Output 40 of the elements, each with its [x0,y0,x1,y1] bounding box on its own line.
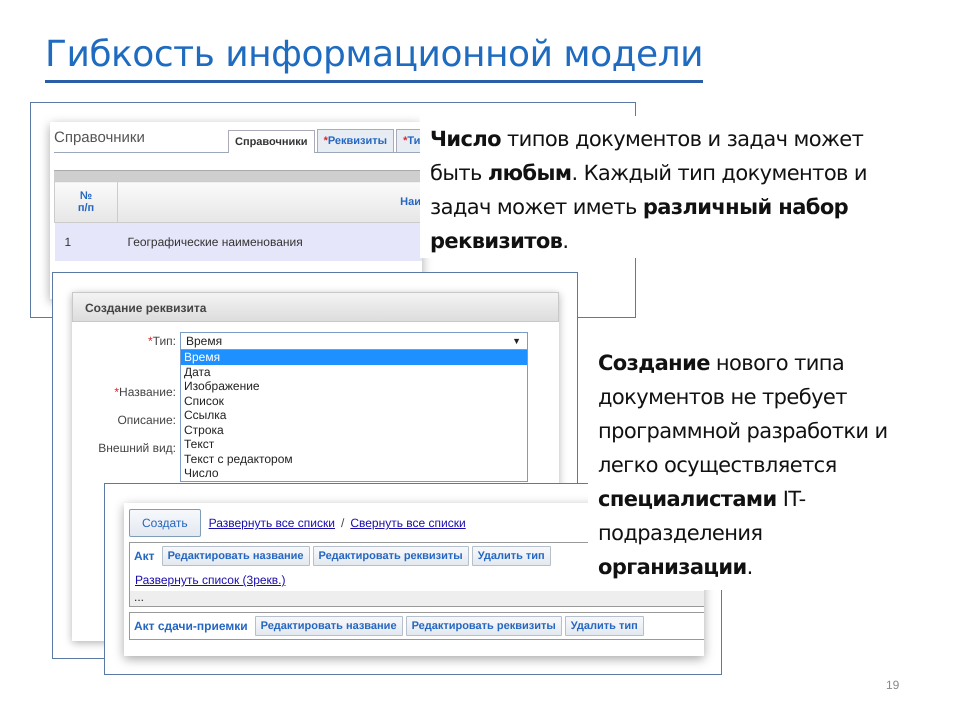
action-button[interactable]: Редактировать название [162,546,310,566]
table-cell: 1 [54,222,118,261]
expand-link[interactable]: Развернуть список (3рекв.) [135,573,286,587]
field-label: *Тип: [146,333,176,350]
table-cell: Географические наименования [118,222,422,261]
dropdown-option[interactable]: Число [181,466,527,480]
separator-text: / [340,516,344,530]
type-name: Акт [134,549,155,563]
ellipsis-text: ... [130,591,704,606]
action-button[interactable]: Удалить тип [564,616,644,636]
action-button[interactable]: Редактировать реквизиты [406,616,562,636]
dropdown-option[interactable]: Дата [181,364,527,379]
link[interactable]: Свернуть все списки [350,516,466,530]
slide-title: Гибкость информационной модели [45,33,704,77]
column-header: № п/п [54,182,118,222]
dropdown-option[interactable]: Строка [181,422,527,437]
type-name: Акт сдачи-приемки [134,619,248,633]
dropdown-option[interactable]: Текст [181,437,527,452]
dialog-title: Создание реквизита [72,292,559,322]
callout-text: Число типов документов и задач может быть любым. Каждый тип документов и задач может иметь различный набор реквизитов. [430,126,868,255]
create-button[interactable]: Создать [129,509,201,537]
tab[interactable]: *Реквизиты [316,129,394,152]
panel-heading: Справочники [54,129,146,148]
dropdown-option[interactable]: Текст с редактором [181,452,527,466]
action-button[interactable]: Редактировать реквизиты [312,546,469,566]
page-number: 19 [886,678,900,692]
tab[interactable]: Справочники [228,130,315,153]
column-header: Наи [118,182,422,222]
action-button[interactable]: Редактировать название [254,616,403,636]
callout-text: Создание нового типа документов не требует программной разработки и легко осуществляется специалистами IT-подразделения организации. [598,350,889,581]
link[interactable]: Развернуть все списки [208,516,335,530]
field-label: *Название: [113,384,176,401]
dropdown-option[interactable]: Ссылка [181,408,527,422]
field-label: Описание: [116,412,176,429]
action-button[interactable]: Удалить тип [472,546,551,566]
field-label: Внешний вид: [97,440,176,457]
dropdown-option[interactable]: Изображение [181,379,527,394]
dropdown-option[interactable]: Список [181,394,527,408]
type-dropdown[interactable]: Время ▼ [180,332,528,350]
tab[interactable]: *Ти [396,129,422,152]
